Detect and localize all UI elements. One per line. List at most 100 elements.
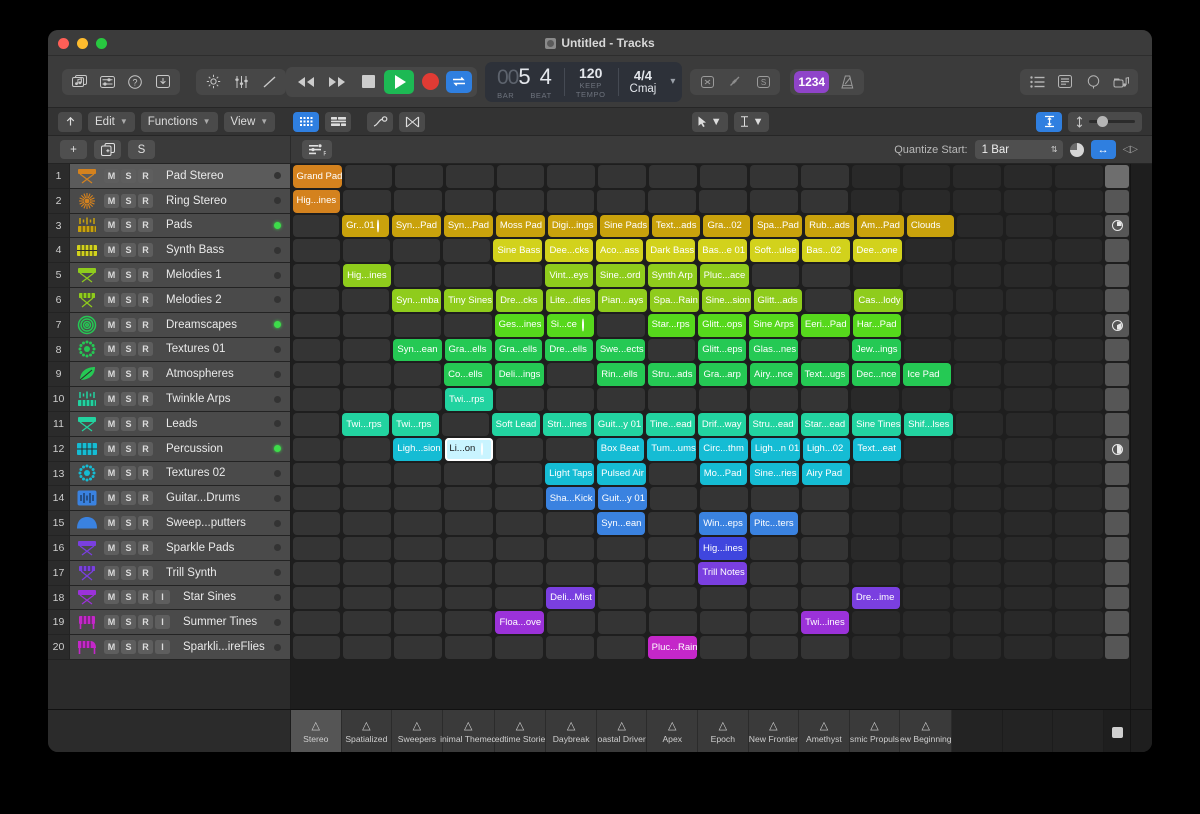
grid-cell[interactable] [595,635,646,660]
grid-cell[interactable] [1054,362,1105,387]
loop-cell[interactable]: Sine...ord [596,264,645,287]
empty-cell[interactable] [699,388,747,411]
loop-cell[interactable]: Synth Arp [648,264,697,287]
loop-cell[interactable]: Stri...ines [543,413,591,436]
empty-cell[interactable] [547,537,595,560]
lcd-display[interactable]: 0054 BAR BEAT 120 KEEP TEMPO 4/4 Cmaj ▾ [485,62,682,102]
track-name[interactable]: Sparkli...ireFlies [170,641,274,653]
scene-trigger[interactable]: △Amethyst [799,710,850,752]
grid-cell[interactable] [902,313,953,338]
lcd-chevron-down-icon[interactable]: ▾ [668,62,682,102]
scene-trigger[interactable]: △Spatialized [342,710,393,752]
empty-cell[interactable] [1006,413,1053,436]
arc-icon[interactable] [70,516,104,530]
empty-cell[interactable] [293,339,340,362]
grid-cell[interactable] [494,586,545,611]
empty-cell[interactable] [445,562,493,585]
grid-cell[interactable] [1053,486,1104,511]
grid-cell[interactable]: Stri...ines [542,412,593,437]
track-name[interactable]: Textures 01 [153,343,274,355]
grid-cell[interactable] [291,561,342,586]
grid-cell[interactable] [494,189,545,214]
play-position-icon[interactable] [1070,143,1084,157]
loop-cell[interactable]: Vint...eys [545,264,593,287]
empty-cell[interactable] [547,388,595,411]
scene-trigger[interactable]: △Stereo [291,710,342,752]
notes-icon[interactable] [1052,71,1078,93]
grid-cell[interactable]: Sine...sion [700,288,752,313]
empty-cell[interactable] [954,438,1001,461]
empty-cell[interactable] [1055,239,1102,262]
grid-cell[interactable] [1003,462,1054,487]
loop-cell[interactable]: Airy Pad [802,463,850,486]
empty-cell[interactable] [852,512,900,535]
grid-cell[interactable] [443,635,494,660]
empty-cell[interactable] [750,165,798,188]
grid-cell[interactable] [494,486,545,511]
drum-pads-icon[interactable] [70,442,104,456]
grid-cell[interactable]: Bas...02 [801,238,851,263]
grid-cell[interactable] [443,561,494,586]
grid-cell[interactable] [291,338,341,363]
track-name[interactable]: Sweep...putters [153,517,274,529]
grid-cell[interactable] [494,635,545,660]
empty-cell[interactable] [1004,264,1052,287]
region-settings-icon[interactable]: R [302,140,332,159]
loop-browser-icon[interactable] [1080,71,1106,93]
loop-cell[interactable]: Syn...Pad [444,215,493,238]
mute-button[interactable]: M [104,194,119,208]
grid-cell[interactable] [698,635,749,660]
grid-cell[interactable]: Stru...ead [747,412,799,437]
stop-all-scenes-button[interactable] [1104,710,1130,752]
stop-cell[interactable] [1104,214,1130,239]
grid-cell[interactable]: Gra...ells [493,338,543,363]
loop-cell[interactable]: Digi...ings [548,215,597,238]
solo-button[interactable]: S [121,169,136,183]
loop-cell[interactable]: Twi...rps [342,413,389,436]
grid-cell[interactable] [342,486,393,511]
grid-cell[interactable] [291,313,342,338]
grid-cell[interactable] [952,263,1003,288]
grid-cell[interactable]: Vint...eys [544,263,595,288]
empty-cell[interactable] [750,587,798,610]
empty-cell[interactable] [1005,339,1052,362]
track-enable-dot[interactable] [274,495,281,502]
empty-cell[interactable] [953,388,1001,411]
empty-cell[interactable] [957,215,1004,238]
empty-cell[interactable] [903,264,951,287]
empty-cell[interactable] [903,165,951,188]
empty-cell[interactable] [852,636,900,659]
grid-cell[interactable] [545,511,596,536]
grand-piano-icon[interactable] [70,639,104,655]
loop-cell[interactable]: Guit...y 01 [598,487,647,510]
empty-cell[interactable] [650,487,698,510]
track-name[interactable]: Trill Synth [153,567,274,579]
mute-button[interactable]: M [104,268,119,282]
grid-cell[interactable] [443,610,494,635]
smart-controls-icon[interactable] [200,71,226,93]
grid-cell[interactable] [850,164,901,189]
empty-cell[interactable] [700,587,748,610]
empty-cell[interactable] [954,363,1002,386]
empty-cell[interactable] [394,363,442,386]
empty-cell[interactable] [597,562,645,585]
grid-cell[interactable] [646,561,697,586]
track-header-row[interactable]: 1MSRPad Stereo [48,164,290,189]
grid-cell[interactable] [1002,536,1053,561]
grid-cell[interactable]: Ligh...02 [801,437,851,462]
empty-cell[interactable] [394,314,442,337]
empty-cell[interactable] [597,537,645,560]
grid-cell[interactable] [342,387,393,412]
empty-cell[interactable] [1056,215,1103,238]
empty-cell[interactable] [801,562,849,585]
scene-trigger[interactable]: △edtime Storie [495,710,547,752]
grid-cell[interactable]: Airy Pad [801,462,852,487]
mute-button[interactable]: M [104,342,119,356]
grid-cell[interactable] [799,536,850,561]
lcd-position[interactable]: 0054 BAR BEAT [485,62,564,102]
empty-cell[interactable] [648,537,696,560]
grid-cell[interactable] [394,164,445,189]
track-name[interactable]: Pads [153,219,274,231]
grid-cell[interactable]: Ice Pad [902,362,953,387]
grid-cell[interactable] [902,263,953,288]
